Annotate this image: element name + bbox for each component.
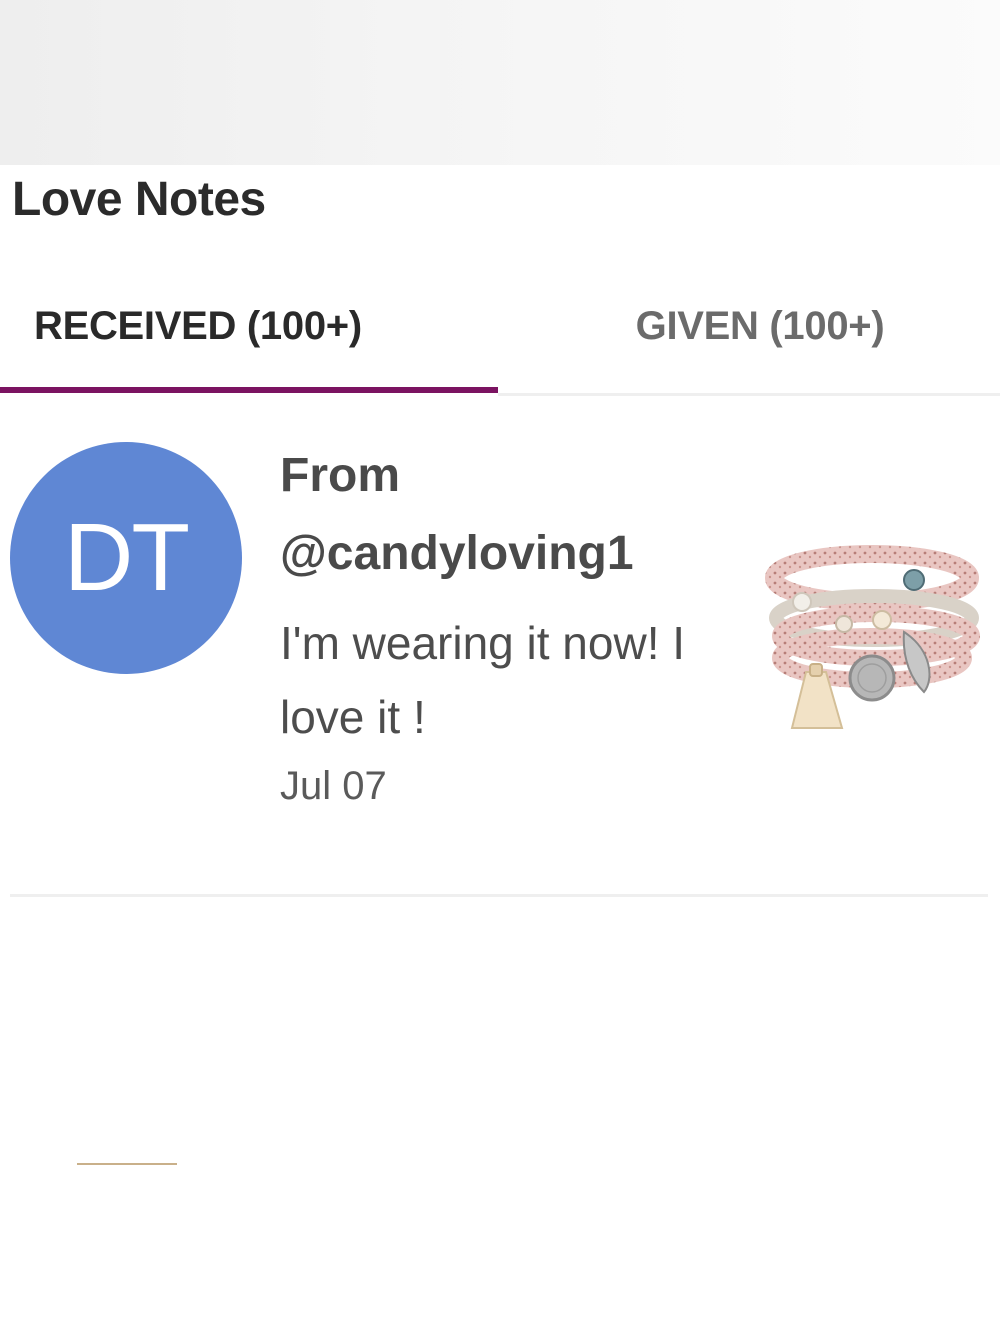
tab-received[interactable]: RECEIVED (100+): [0, 280, 498, 396]
avatar[interactable]: DT: [10, 442, 242, 674]
product-image[interactable]: [762, 540, 980, 740]
tab-given[interactable]: GIVEN (100+): [520, 280, 1000, 396]
sender-username[interactable]: @candyloving1: [280, 526, 634, 581]
love-note-item[interactable]: DT From @candyloving1 I'm wearing it now…: [0, 420, 1000, 900]
note-message: I'm wearing it now! I love it !: [280, 617, 686, 743]
tab-bar: RECEIVED (100+) GIVEN (100+): [0, 280, 1000, 396]
avatar-initials: DT: [64, 504, 190, 611]
from-label: From: [280, 449, 400, 502]
tabs-divider: [498, 393, 1000, 396]
loading-indicator-line: [77, 1163, 177, 1165]
top-banner: [0, 0, 1000, 165]
note-divider: [10, 894, 988, 897]
note-date: Jul 07: [280, 764, 387, 808]
page-title: Love Notes: [12, 173, 266, 226]
active-tab-indicator: [0, 387, 498, 393]
